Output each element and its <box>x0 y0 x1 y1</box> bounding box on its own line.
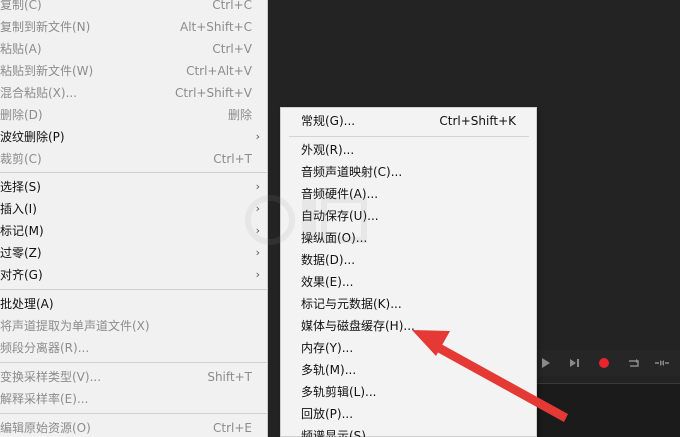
menu-item-auto-save[interactable]: 自动保存(U)... <box>281 205 536 227</box>
menu-item-label: 外观(R)... <box>301 143 355 157</box>
preferences-submenu: 常规(G)... Ctrl+Shift+K 外观(R)... 音频声道映射(C)… <box>280 107 537 437</box>
menu-item-shortcut: Ctrl+C <box>212 0 252 12</box>
menu-item-label: 粘贴到新文件(W) <box>0 64 94 78</box>
menu-item-marker[interactable]: 标记(M) › <box>0 220 268 242</box>
menu-item-label: 自动保存(U)... <box>301 209 379 223</box>
menu-item-markers-metadata[interactable]: 标记与元数据(K)... <box>281 293 536 315</box>
chevron-right-icon: › <box>255 224 260 237</box>
menu-item-media-disk-cache[interactable]: 媒体与磁盘缓存(H)... <box>281 315 536 337</box>
menu-item-label: 批处理(A) <box>0 297 54 311</box>
play-icon[interactable] <box>538 355 554 371</box>
menu-item-label: 频谱显示(S)... <box>301 429 378 437</box>
chevron-right-icon: › <box>255 202 260 215</box>
menu-item-label: 波纹删除(P) <box>0 130 65 144</box>
menu-item-label: 变换采样类型(V)... <box>0 370 102 384</box>
menu-item-label: 音频声道映射(C)... <box>301 165 403 179</box>
skip-forward-icon[interactable] <box>566 355 582 371</box>
menu-item-label: 对齐(G) <box>0 268 43 282</box>
chevron-right-icon: › <box>255 246 260 259</box>
menu-item-edit-original[interactable]: 编辑原始资源(O) Ctrl+E <box>0 417 268 437</box>
menu-item-shortcut: 删除 <box>227 108 252 122</box>
menu-item-label: 效果(E)... <box>301 275 354 289</box>
menu-item-paste[interactable]: 粘贴(A) Ctrl+V <box>0 38 268 60</box>
menu-item-label: 内存(Y)... <box>301 341 354 355</box>
menu-separator <box>0 413 268 414</box>
menu-item-label: 操纵面(O)... <box>301 231 368 245</box>
menu-item-shortcut: Ctrl+T <box>213 152 252 166</box>
timeline-panel <box>536 383 680 437</box>
menu-item-control-surface[interactable]: 操纵面(O)... <box>281 227 536 249</box>
menu-item-label: 频段分离器(R)... <box>0 341 90 355</box>
menu-item-copy[interactable]: 复制(C) Ctrl+C <box>0 0 268 16</box>
menu-item-label: 音频硬件(A)... <box>301 187 379 201</box>
menu-item-snap[interactable]: 对齐(G) › <box>0 264 268 286</box>
menu-item-audio-hardware[interactable]: 音频硬件(A)... <box>281 183 536 205</box>
edit-menu: 复制(C) Ctrl+C 复制到新文件(N) Alt+Shift+C 粘贴(A)… <box>0 0 268 437</box>
menu-item-label: 过零(Z) <box>0 246 42 260</box>
menu-item-appearance[interactable]: 外观(R)... <box>281 139 536 161</box>
menu-item-label: 多轨剪辑(L)... <box>301 385 377 399</box>
chevron-right-icon: › <box>255 130 260 143</box>
menu-item-label: 复制(C) <box>0 0 42 12</box>
menu-item-shortcut: Ctrl+Shift+K <box>439 114 516 128</box>
menu-item-shortcut: Shift+T <box>207 370 252 384</box>
menu-item-label: 常规(G)... <box>301 114 356 128</box>
menu-item-label: 标记与元数据(K)... <box>301 297 402 311</box>
menu-item-label: 数据(D)... <box>301 253 356 267</box>
chevron-right-icon: › <box>255 180 260 193</box>
menu-item-delete[interactable]: 删除(D) 删除 <box>0 104 268 126</box>
menu-item-insert[interactable]: 插入(I) › <box>0 198 268 220</box>
menu-item-ripple-delete[interactable]: 波纹删除(P) › <box>0 126 268 148</box>
menu-item-playback[interactable]: 回放(P)... <box>281 403 536 425</box>
menu-item-effects[interactable]: 效果(E)... <box>281 271 536 293</box>
menu-item-label: 多轨(M)... <box>301 363 357 377</box>
menu-item-copy-to-new[interactable]: 复制到新文件(N) Alt+Shift+C <box>0 16 268 38</box>
menu-item-extract-channels[interactable]: 将声道提取为单声道文件(X) <box>0 315 268 337</box>
menu-item-mix-paste[interactable]: 混合粘贴(X)... Ctrl+Shift+V <box>0 82 268 104</box>
menu-item-label: 编辑原始资源(O) <box>0 421 91 435</box>
menu-item-band-splitter[interactable]: 频段分离器(R)... <box>0 337 268 359</box>
menu-item-shortcut: Ctrl+E <box>213 421 252 435</box>
menu-item-audio-channel-mapping[interactable]: 音频声道映射(C)... <box>281 161 536 183</box>
menu-item-label: 粘贴(A) <box>0 42 42 56</box>
menu-item-label: 回放(P)... <box>301 407 354 421</box>
menu-item-multitrack[interactable]: 多轨(M)... <box>281 359 536 381</box>
menu-item-label: 删除(D) <box>0 108 43 122</box>
menu-item-label: 插入(I) <box>0 202 37 216</box>
chevron-right-icon: › <box>255 268 260 281</box>
menu-item-zero-crossing[interactable]: 过零(Z) › <box>0 242 268 264</box>
menu-item-data[interactable]: 数据(D)... <box>281 249 536 271</box>
menu-item-shortcut: Ctrl+Shift+V <box>175 86 252 100</box>
menu-item-shortcut: Alt+Shift+C <box>179 20 252 34</box>
menu-item-label: 复制到新文件(N) <box>0 20 91 34</box>
menu-item-paste-to-new[interactable]: 粘贴到新文件(W) Ctrl+Alt+V <box>0 60 268 82</box>
menu-item-spectral-display[interactable]: 频谱显示(S)... <box>281 425 536 437</box>
menu-item-label: 混合粘贴(X)... <box>0 86 78 100</box>
loop-icon[interactable] <box>626 355 642 371</box>
menu-item-convert-sample-type[interactable]: 变换采样类型(V)... Shift+T <box>0 366 268 388</box>
menu-item-label: 解释采样率(E)... <box>0 392 89 406</box>
menu-item-label: 裁剪(C) <box>0 152 42 166</box>
menu-item-general[interactable]: 常规(G)... Ctrl+Shift+K <box>281 110 536 132</box>
menu-separator <box>0 362 268 363</box>
menu-item-memory[interactable]: 内存(Y)... <box>281 337 536 359</box>
record-icon[interactable] <box>596 355 612 371</box>
transport-controls <box>536 350 680 376</box>
menu-item-select[interactable]: 选择(S) › <box>0 176 268 198</box>
menu-item-batch[interactable]: 批处理(A) <box>0 293 268 315</box>
menu-item-label: 将声道提取为单声道文件(X) <box>0 319 150 333</box>
menu-item-label: 标记(M) <box>0 224 44 238</box>
menu-item-shortcut: Ctrl+V <box>212 42 252 56</box>
menu-item-interpret-sample-rate[interactable]: 解释采样率(E)... <box>0 388 268 410</box>
menu-item-shortcut: Ctrl+Alt+V <box>186 64 252 78</box>
menu-item-crop[interactable]: 裁剪(C) Ctrl+T <box>0 148 268 170</box>
menu-separator <box>0 172 268 173</box>
menu-item-label: 媒体与磁盘缓存(H)... <box>301 319 415 333</box>
skip-selection-icon[interactable] <box>654 355 670 371</box>
menu-item-multitrack-clips[interactable]: 多轨剪辑(L)... <box>281 381 536 403</box>
menu-item-label: 选择(S) <box>0 180 41 194</box>
menu-separator <box>289 136 529 137</box>
menu-separator <box>0 289 268 290</box>
